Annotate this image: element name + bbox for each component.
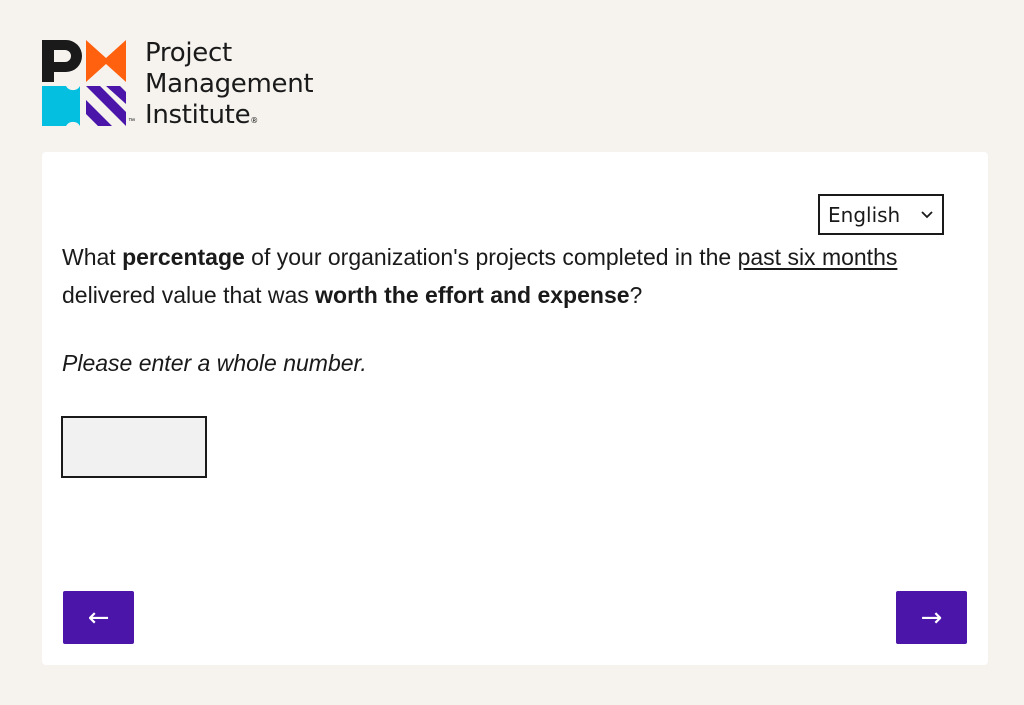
previous-button[interactable]: ← (63, 591, 134, 644)
org-name-line-3: Institute® (145, 100, 258, 130)
trademark-mark: ™ (128, 118, 135, 125)
organization-name: Project Management Institute® (145, 38, 314, 136)
arrow-left-icon: ← (87, 602, 110, 633)
language-select[interactable]: English (818, 194, 944, 235)
org-name-line-1: Project (145, 38, 232, 68)
survey-card: English What percentage of your organiza… (42, 152, 988, 665)
question-text: What percentage of your organization's p… (62, 244, 898, 308)
language-selected-value: English (828, 202, 901, 227)
pmi-logo: ™ Project Management Institute® (40, 38, 340, 130)
pmi-logo-mark-icon (42, 40, 126, 126)
input-hint: Please enter a whole number. (62, 350, 367, 376)
percentage-input[interactable] (61, 416, 207, 478)
chevron-down-icon (921, 211, 933, 219)
arrow-right-icon: → (920, 602, 943, 633)
next-button[interactable]: → (896, 591, 967, 644)
org-name-line-2: Management (145, 69, 314, 99)
